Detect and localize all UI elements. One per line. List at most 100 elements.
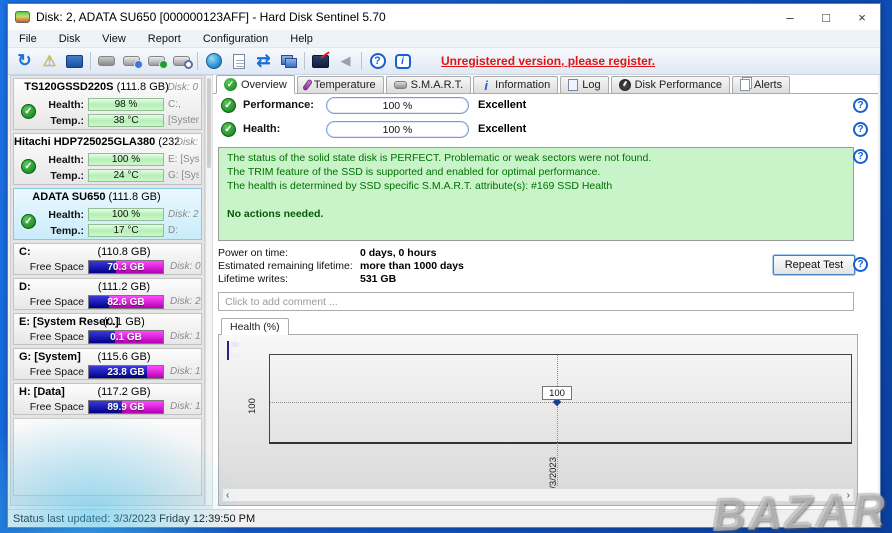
partition-letter: H: [Data] bbox=[19, 386, 65, 398]
lifetime-label: Estimated remaining lifetime: bbox=[218, 260, 353, 272]
disk-volumes: G: [System], H bbox=[168, 170, 199, 181]
repeat-test-button[interactable]: Repeat Test bbox=[773, 255, 855, 275]
help-icon[interactable]: ? bbox=[853, 122, 868, 137]
disk-item-adata-selected[interactable]: ADATA SU650 (111.8 GB) ✓ Health: 100 % D… bbox=[13, 188, 202, 240]
temp-bar: 17 °C bbox=[88, 224, 164, 237]
free-space-value: 82.6 GB bbox=[89, 296, 163, 308]
disk-volumes: C:, bbox=[168, 99, 199, 110]
chart-scrollbar[interactable]: ‹ › bbox=[222, 488, 854, 502]
scroll-left-icon[interactable]: ‹ bbox=[226, 490, 229, 501]
temp-bar: 24 °C bbox=[88, 169, 164, 182]
partition-item[interactable]: H: [Data] (117.2 GB) Free Space 89.9 GB … bbox=[13, 383, 202, 415]
tab-overview[interactable]: ✓Overview bbox=[216, 75, 295, 94]
disk-item-ts120[interactable]: TS120GSSD220S (111.8 GB) Disk: 0 ✓ Healt… bbox=[13, 78, 202, 130]
title-bar: Disk: 2, ADATA SU650 [000000123AFF] - Ha… bbox=[8, 4, 880, 30]
partition-item[interactable]: D: (111.2 GB) Free Space 82.6 GB Disk: 2 bbox=[13, 278, 202, 310]
health-label: Health: bbox=[42, 209, 84, 221]
disk-monitor-icon[interactable] bbox=[62, 51, 87, 72]
report-icon[interactable] bbox=[226, 51, 251, 72]
menu-bar: FileDiskViewReportConfigurationHelp bbox=[8, 30, 880, 48]
tab-smart[interactable]: S.M.A.R.T. bbox=[386, 76, 472, 93]
document-icon bbox=[568, 79, 578, 91]
scroll-right-icon[interactable]: › bbox=[847, 490, 850, 501]
toolbar-separator bbox=[90, 52, 91, 70]
disk-status-ok-icon: ✓ bbox=[21, 159, 36, 174]
main-panel: ✓Overview Temperature S.M.A.R.T. iInform… bbox=[213, 75, 878, 511]
disk-item-hitachi[interactable]: Hitachi HDP725025GLA380 (232.9 GB) Disk:… bbox=[13, 133, 202, 185]
network-computers-icon[interactable] bbox=[276, 51, 301, 72]
help-icon[interactable]: ? bbox=[853, 149, 868, 164]
performance-row: ✓ Performance: 100 % Excellent bbox=[213, 97, 878, 115]
maximize-button[interactable]: □ bbox=[808, 4, 844, 30]
disk-ok-icon[interactable] bbox=[144, 51, 169, 72]
health-rating: Excellent bbox=[478, 123, 526, 135]
health-row: ✓ Health: 100 % Excellent bbox=[213, 121, 878, 139]
status-line: The TRIM feature of the SSD is supported… bbox=[227, 166, 845, 180]
help-icon[interactable]: ? bbox=[365, 51, 390, 72]
tab-log[interactable]: Log bbox=[560, 76, 608, 93]
unregistered-link[interactable]: Unregistered version, please register. bbox=[441, 54, 655, 68]
close-button[interactable]: × bbox=[844, 4, 880, 30]
thermometer-icon bbox=[302, 79, 313, 92]
health-label: Health: bbox=[243, 123, 280, 135]
free-space-bar: 0.1 GB bbox=[88, 330, 164, 344]
info-bubble-icon[interactable]: i bbox=[390, 51, 415, 72]
menu-item[interactable]: Report bbox=[137, 30, 192, 48]
writes-label: Lifetime writes: bbox=[218, 273, 288, 285]
menu-item[interactable]: Disk bbox=[48, 30, 91, 48]
disk-clock-icon[interactable] bbox=[119, 51, 144, 72]
sync-icon[interactable]: ⇄ bbox=[251, 51, 276, 72]
partition-item[interactable]: C: (110.8 GB) Free Space 70.3 GB Disk: 0 bbox=[13, 243, 202, 275]
tab-alerts[interactable]: Alerts bbox=[732, 76, 790, 93]
menu-item[interactable]: File bbox=[8, 30, 48, 48]
free-space-label: Free Space bbox=[14, 401, 84, 413]
disk-number: Disk: 2 bbox=[168, 209, 199, 220]
free-space-label: Free Space bbox=[14, 296, 84, 308]
performance-value: 100 % bbox=[327, 98, 468, 113]
menu-item[interactable]: Help bbox=[279, 30, 324, 48]
free-space-bar: 89.9 GB bbox=[88, 400, 164, 414]
power-on-label: Power on time: bbox=[218, 247, 288, 259]
disk-volumes: E: [System Re bbox=[168, 154, 199, 165]
partition-disk-number: Disk: 2 bbox=[170, 296, 201, 307]
disk-volumes: [System Rese bbox=[168, 115, 199, 126]
menu-item[interactable]: View bbox=[91, 30, 137, 48]
partition-size: (0.1 GB) bbox=[84, 316, 164, 328]
no-action-text: No actions needed. bbox=[227, 208, 845, 222]
window-title: Disk: 2, ADATA SU650 [000000123AFF] - Ha… bbox=[36, 10, 386, 24]
tab-disk-performance[interactable]: Disk Performance bbox=[611, 76, 730, 93]
help-icon[interactable]: ? bbox=[853, 98, 868, 113]
save-chart-icon[interactable] bbox=[227, 341, 229, 360]
status-warning-icon[interactable]: ⚠ bbox=[37, 51, 62, 72]
menu-item[interactable]: Configuration bbox=[192, 30, 279, 48]
partition-item[interactable]: G: [System] (115.6 GB) Free Space 23.8 G… bbox=[13, 348, 202, 380]
disk-icon bbox=[394, 81, 407, 89]
partition-letter: G: [System] bbox=[19, 351, 81, 363]
partition-item[interactable]: E: [System Reser..] (0.1 GB) Free Space … bbox=[13, 313, 202, 345]
disk-name: TS120GSSD220S bbox=[24, 81, 113, 93]
tab-temperature[interactable]: Temperature bbox=[297, 76, 384, 93]
sidebar-scrollbar[interactable] bbox=[205, 75, 213, 506]
comment-input[interactable] bbox=[218, 292, 854, 311]
data-point-label: 100 bbox=[542, 386, 572, 400]
disk-detect-icon[interactable] bbox=[94, 51, 119, 72]
tab-information[interactable]: iInformation bbox=[473, 76, 558, 93]
temp-bar: 38 °C bbox=[88, 114, 164, 127]
refresh-icon[interactable]: ↻ bbox=[12, 51, 37, 72]
sound-icon[interactable]: ◀ bbox=[333, 51, 358, 72]
monitor-edit-icon[interactable] bbox=[308, 51, 333, 72]
free-space-value: 89.9 GB bbox=[89, 401, 163, 413]
chart-tab-health[interactable]: Health (%) bbox=[221, 318, 289, 335]
network-disk-icon[interactable] bbox=[201, 51, 226, 72]
toolbar-separator bbox=[304, 52, 305, 70]
help-icon[interactable]: ? bbox=[853, 257, 868, 272]
disk-number: Disk: 0 bbox=[167, 82, 198, 93]
tab-bar: ✓Overview Temperature S.M.A.R.T. iInform… bbox=[213, 75, 878, 94]
status-line: The status of the solid state disk is PE… bbox=[227, 152, 845, 166]
y-axis-tick: 100 bbox=[247, 391, 258, 421]
partition-size: (117.2 GB) bbox=[84, 386, 164, 398]
minimize-button[interactable]: – bbox=[772, 4, 808, 30]
disk-sidebar: TS120GSSD220S (111.8 GB) Disk: 0 ✓ Healt… bbox=[10, 75, 205, 506]
ok-status-icon: ✓ bbox=[221, 122, 236, 137]
disk-search-icon[interactable] bbox=[169, 51, 194, 72]
